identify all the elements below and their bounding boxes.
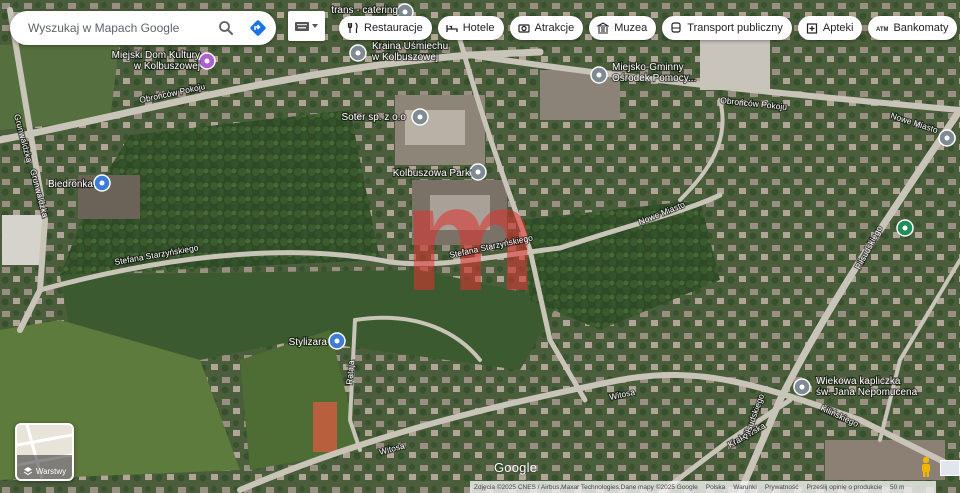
marker-glyph <box>334 338 340 344</box>
attribution-bar: Zdjęcia ©2025 CNES / Airbus,Maxar Techno… <box>470 481 936 493</box>
input-tools-button[interactable] <box>288 11 325 41</box>
layers-button[interactable]: Warstwy <box>15 423 74 481</box>
keyboard-icon <box>295 21 309 31</box>
atm-icon: ATM <box>876 27 888 33</box>
chip-label: Hotele <box>462 22 495 34</box>
marker-glyph <box>475 169 481 175</box>
place-label: Miejsko-Gminny Ośrodek Pomocy... <box>612 62 696 84</box>
pegman-icon[interactable] <box>918 456 934 478</box>
chip-restauracje[interactable]: Restauracje <box>339 16 432 40</box>
place-label: Kolbuszowa Park <box>393 168 471 179</box>
chip-atrakcje[interactable]: Atrakcje <box>509 16 584 40</box>
chip-bankomaty[interactable]: ATM Bankomaty <box>868 16 958 40</box>
attribution-text: Zdjęcia ©2025 CNES / Airbus,Maxar Techno… <box>474 483 698 491</box>
layers-icon <box>23 467 33 476</box>
place-label: Biedronka <box>48 179 93 190</box>
marker-glyph <box>99 180 105 186</box>
search-icon[interactable] <box>212 14 240 42</box>
place-marker[interactable] <box>896 219 914 237</box>
marker-glyph <box>799 384 805 390</box>
directions-icon[interactable] <box>244 14 272 42</box>
google-logo: Google <box>494 460 538 475</box>
bus-icon <box>671 22 681 33</box>
place-marker[interactable]: Soter sp. z o.o <box>340 108 429 126</box>
chip-apteki[interactable]: Apteki <box>797 16 863 40</box>
attribution-link[interactable]: Prywatność <box>765 484 799 491</box>
chip-label: Apteki <box>822 22 854 34</box>
category-chips: Restauracje Hotele Atrakcje Muzea Transport … <box>339 16 958 40</box>
chip-hotele[interactable]: Hotele <box>437 16 504 40</box>
layers-label: Warstwy <box>35 466 67 476</box>
scale-label[interactable]: 50 m <box>890 484 904 491</box>
chip-label: Muzea <box>614 22 648 34</box>
marker-glyph <box>355 50 361 56</box>
satellite-map[interactable]: m Obrońców PokojuGrunwaldzkaStefana Star… <box>0 0 960 493</box>
chip-transport-publiczny[interactable]: Transport publiczny <box>662 16 792 40</box>
marker-glyph <box>417 114 423 120</box>
place-marker[interactable] <box>938 129 956 147</box>
fork-knife-icon <box>347 22 358 33</box>
chip-label: Atrakcje <box>534 22 575 34</box>
marker-glyph <box>204 58 210 64</box>
chip-label: Transport publiczny <box>687 22 783 34</box>
place-label: Soter sp. z o.o <box>342 112 407 123</box>
chip-muzea[interactable]: Muzea <box>589 16 657 40</box>
bed-icon <box>446 25 458 32</box>
search-input[interactable]: Wyszukaj w Mapach Google <box>28 21 212 35</box>
attribution-link[interactable]: Polska <box>706 484 726 491</box>
attribution-link[interactable]: Prześlij opinię o produkcie <box>806 484 882 491</box>
place-label: trans - catering <box>331 5 398 16</box>
chevron-down-icon <box>312 24 318 28</box>
chip-label: Restauracje <box>364 22 423 34</box>
place-label: Stylizara <box>289 337 328 348</box>
marker-glyph <box>402 9 408 15</box>
map-view-thumbnail[interactable] <box>940 460 960 476</box>
svg-text:ATM: ATM <box>876 27 888 33</box>
museum-icon <box>597 22 610 34</box>
search-box[interactable]: Wyszukaj w Mapach Google <box>10 11 276 45</box>
pharmacy-icon <box>806 23 817 34</box>
marker-glyph <box>902 225 908 231</box>
camera-icon <box>517 24 530 33</box>
marker-glyph <box>944 135 950 141</box>
marker-glyph <box>596 72 602 78</box>
place-label: Kraina Uśmiechu w Kolbuszowej <box>371 41 448 63</box>
chip-label: Bankomaty <box>893 22 949 34</box>
attribution-link[interactable]: Warunki <box>733 484 757 491</box>
